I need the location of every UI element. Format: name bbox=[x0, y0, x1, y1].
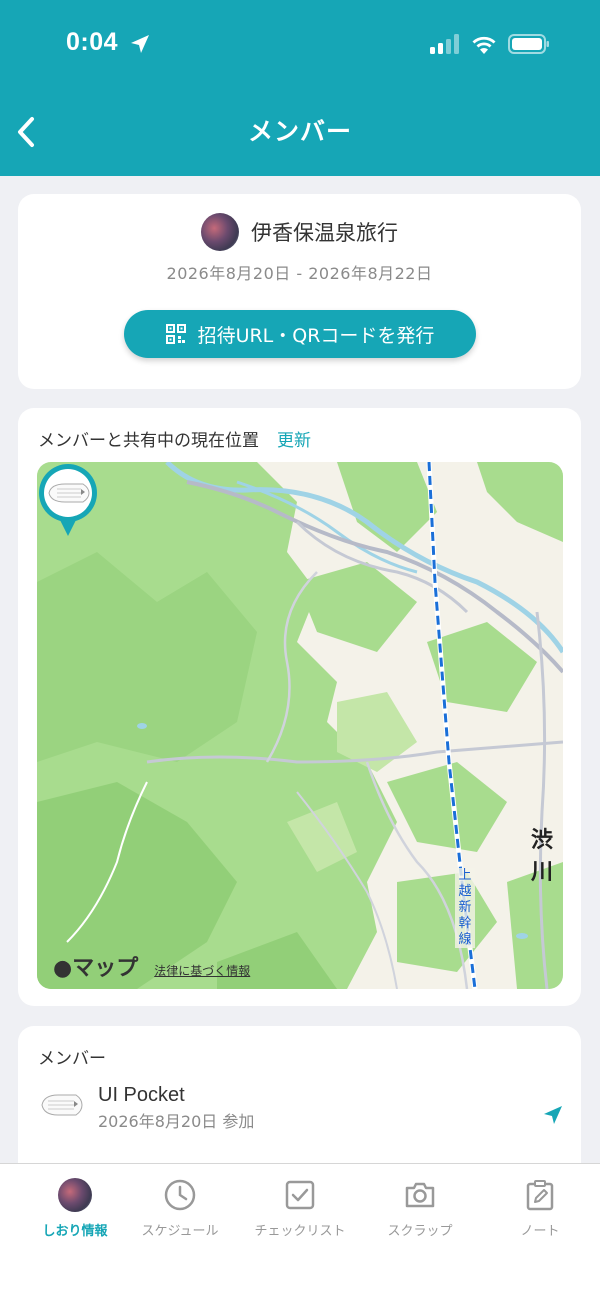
member-location-pin[interactable] bbox=[37, 462, 99, 536]
tab-schedule[interactable]: スケジュール bbox=[120, 1178, 240, 1239]
tab-label: スクラップ bbox=[387, 1224, 453, 1239]
apple-icon: ● bbox=[53, 956, 73, 981]
qr-code-icon bbox=[165, 324, 186, 344]
refresh-link[interactable]: 更新 bbox=[277, 426, 311, 451]
location-header: メンバーと共有中の現在位置 更新 bbox=[38, 426, 311, 451]
status-time: 0:04 bbox=[66, 28, 119, 56]
invite-button-label: 招待URL・QRコードを発行 bbox=[197, 324, 435, 347]
members-card: メンバー UI Pocket 2026年8月20日 参加 bbox=[18, 1026, 581, 1186]
tab-label: しおり情報 bbox=[42, 1224, 108, 1239]
tab-avatar bbox=[58, 1178, 92, 1212]
location-card: メンバーと共有中の現在位置 更新 上越新幹線 渋川 ●マップ 法律に基づく情報 bbox=[18, 408, 581, 1006]
battery-icon bbox=[508, 34, 549, 54]
location-arrow-icon[interactable] bbox=[542, 1104, 564, 1126]
location-arrow-icon bbox=[131, 35, 149, 53]
member-avatar-icon bbox=[41, 1094, 83, 1116]
tab-checklist[interactable]: チェックリスト bbox=[240, 1178, 360, 1239]
map-place-label: 渋川 bbox=[531, 828, 554, 885]
tab-label: チェックリスト bbox=[254, 1224, 346, 1239]
tab-label: ノート bbox=[520, 1224, 560, 1239]
page-title: メンバー bbox=[247, 117, 352, 146]
member-joined-date: 2026年8月20日 参加 bbox=[98, 1112, 255, 1131]
trip-dates: 2026年8月20日 - 2026年8月22日 bbox=[166, 264, 433, 283]
map-brand-name: ●マップ bbox=[53, 950, 138, 982]
trip-avatar bbox=[201, 213, 239, 251]
tab-bar: しおり情報 スケジュール チェックリスト スクラップ ノート bbox=[0, 1163, 600, 1301]
cellular-signal-icon bbox=[430, 34, 459, 54]
trip-card: 伊香保温泉旅行 2026年8月20日 - 2026年8月22日 招待URL・QR… bbox=[18, 194, 581, 389]
member-row[interactable]: UI Pocket 2026年8月20日 参加 bbox=[18, 1082, 581, 1142]
map-brand-text: マップ bbox=[72, 956, 139, 981]
trip-title: 伊香保温泉旅行 bbox=[251, 221, 398, 245]
tab-label: スケジュール bbox=[141, 1224, 219, 1239]
tab-note[interactable]: ノート bbox=[480, 1178, 600, 1239]
members-header: メンバー bbox=[38, 1049, 106, 1069]
map-brand: ●マップ 法律に基づく情報 bbox=[53, 950, 250, 982]
map-legal-link[interactable]: 法律に基づく情報 bbox=[154, 962, 250, 979]
trip-title-row: 伊香保温泉旅行 bbox=[18, 212, 581, 252]
member-name: UI Pocket bbox=[98, 1084, 185, 1106]
status-bar: 0:04 bbox=[0, 0, 600, 90]
rail-line-label: 上越新幹線 bbox=[455, 868, 475, 948]
tab-scrap[interactable]: スクラップ bbox=[360, 1178, 480, 1239]
wifi-icon bbox=[472, 36, 496, 54]
checkbox-icon bbox=[285, 1180, 315, 1210]
header: 0:04 メンバー bbox=[0, 0, 600, 176]
tab-trip-info[interactable]: しおり情報 bbox=[15, 1178, 135, 1239]
clock-icon bbox=[164, 1179, 196, 1211]
map-terrain bbox=[37, 462, 563, 989]
camera-icon bbox=[405, 1182, 435, 1208]
invite-url-qr-button[interactable]: 招待URL・QRコードを発行 bbox=[124, 310, 476, 358]
location-title: メンバーと共有中の現在位置 bbox=[38, 431, 259, 451]
map-view[interactable]: 上越新幹線 渋川 ●マップ 法律に基づく情報 bbox=[37, 462, 563, 989]
note-icon bbox=[526, 1180, 554, 1211]
